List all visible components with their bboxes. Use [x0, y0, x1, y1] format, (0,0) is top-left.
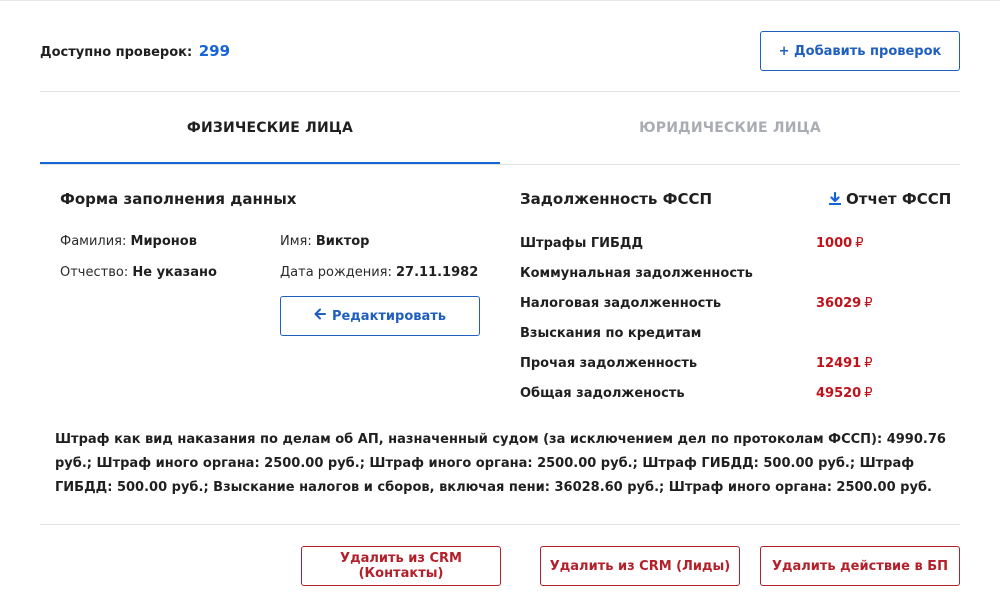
edit-button[interactable]: Редактировать	[280, 296, 480, 336]
delete-crm-contacts-button[interactable]: Удалить из CRM (Контакты)	[301, 546, 501, 586]
patronymic-field: Отчество: Не указано	[60, 265, 217, 280]
surname-label: Фамилия:	[60, 234, 127, 249]
fssp-report-link[interactable]: Отчет ФССП	[828, 190, 951, 208]
patronymic-label: Отчество:	[60, 265, 129, 280]
tab-individuals[interactable]: ФИЗИЧЕСКИЕ ЛИЦА	[40, 92, 500, 165]
debt-label: Налоговая задолженность	[520, 296, 722, 311]
surname-value: Миронов	[130, 234, 197, 249]
debt-label: Общая задолженость	[520, 386, 685, 401]
delete-bp-action-button[interactable]: Удалить действие в БП	[760, 546, 960, 586]
debt-amount: 12491 ₽	[816, 356, 873, 371]
delete-crm-leads-button[interactable]: Удалить из CRM (Лиды)	[540, 546, 740, 586]
debt-label: Коммунальная задолженность	[520, 266, 753, 281]
tabs-divider	[40, 164, 960, 165]
debts-title: Задолженность ФССП	[520, 190, 713, 208]
tab-bar: ФИЗИЧЕСКИЕ ЛИЦА ЮРИДИЧЕСКИЕ ЛИЦА	[40, 92, 960, 165]
birthdate-label: Дата рождения:	[280, 265, 392, 280]
add-checks-button[interactable]: + Добавить проверок	[760, 31, 960, 71]
download-icon	[828, 192, 842, 206]
debt-details-text: Штраф как вид наказания по делам об АП, …	[55, 432, 946, 495]
birthdate-field: Дата рождения: 27.11.1982	[280, 265, 478, 280]
debt-row: Налоговая задолженность 36029 ₽	[520, 296, 960, 316]
tab-legal-entities[interactable]: ЮРИДИЧЕСКИЕ ЛИЦА	[500, 92, 960, 164]
top-border	[0, 0, 1000, 1]
debt-label: Взыскания по кредитам	[520, 326, 702, 341]
debt-amount: 1000 ₽	[816, 236, 864, 251]
surname-field: Фамилия: Миронов	[60, 234, 197, 249]
debt-label: Прочая задолженность	[520, 356, 698, 371]
debt-row: Штрафы ГИБДД 1000 ₽	[520, 236, 960, 256]
available-checks: Доступно проверок: 299	[40, 42, 230, 60]
arrow-left-icon	[314, 308, 326, 324]
debt-label: Штрафы ГИБДД	[520, 236, 644, 251]
edit-button-label: Редактировать	[331, 308, 447, 324]
debt-row-total: Общая задолженость 49520 ₽	[520, 386, 960, 406]
available-checks-count: 299	[198, 42, 231, 60]
name-field: Имя: Виктор	[280, 234, 370, 249]
debt-amount: 36029 ₽	[816, 296, 873, 311]
fssp-report-label: Отчет ФССП	[846, 190, 952, 208]
form-title: Форма заполнения данных	[60, 190, 297, 208]
available-checks-label: Доступно проверок:	[40, 45, 193, 60]
debt-row: Коммунальная задолженность	[520, 266, 960, 286]
debt-amount: 49520 ₽	[816, 386, 873, 401]
header-bar: Доступно проверок: 299 + Добавить провер…	[40, 31, 960, 71]
name-value: Виктор	[315, 234, 370, 249]
patronymic-value: Не указано	[132, 265, 217, 280]
footer-divider	[40, 524, 960, 525]
birthdate-value: 27.11.1982	[396, 265, 479, 280]
debt-row: Прочая задолженность 12491 ₽	[520, 356, 960, 376]
debt-row: Взыскания по кредитам	[520, 326, 960, 346]
name-label: Имя:	[280, 234, 312, 249]
